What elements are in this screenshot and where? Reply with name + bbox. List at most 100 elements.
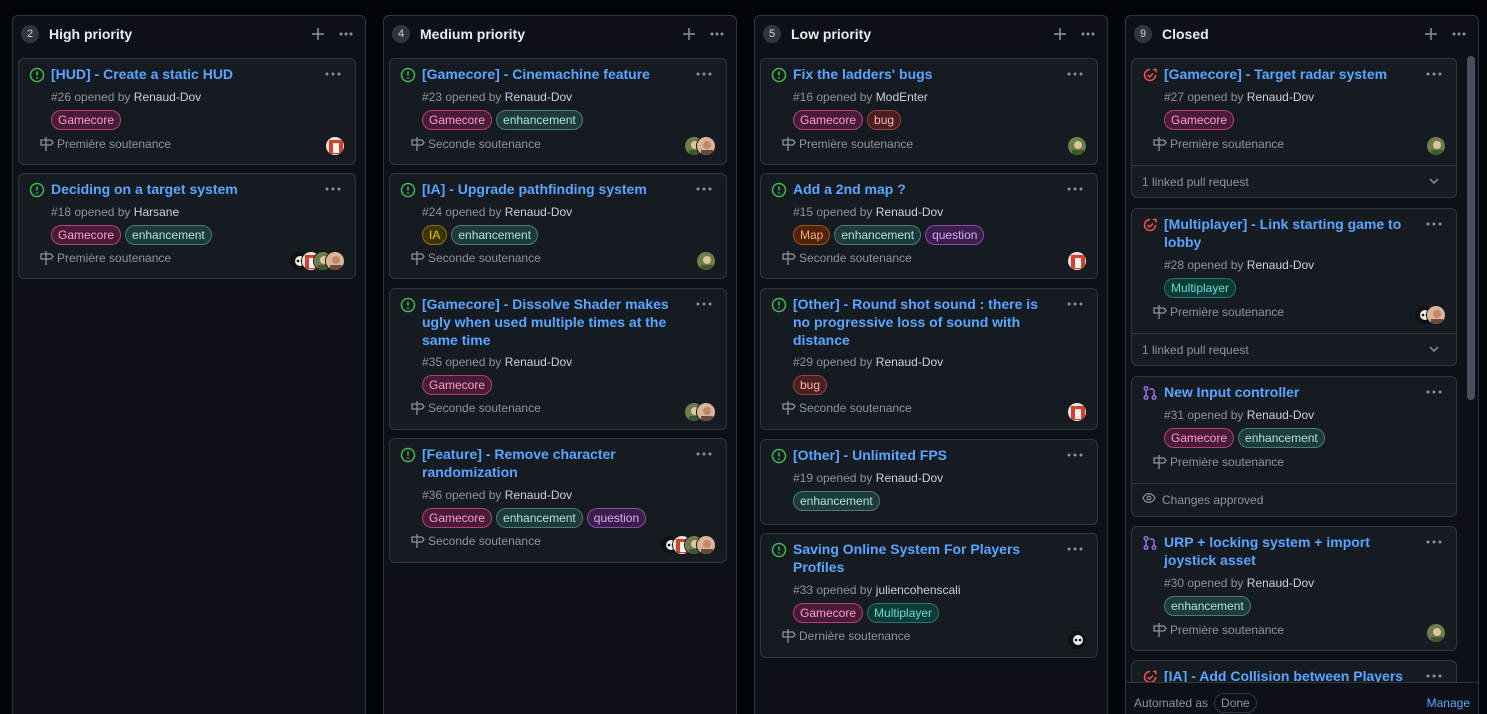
label-enhancement[interactable]: enhancement (1164, 596, 1251, 616)
issue-title[interactable]: [Other] - Round shot sound : there is no… (793, 295, 1048, 349)
issue-author[interactable]: Renaud-Dov (876, 355, 943, 369)
avatar[interactable] (696, 136, 716, 156)
issue-title[interactable]: [IA] - Upgrade pathfinding system (422, 180, 677, 198)
card-menu-icon[interactable] (694, 181, 714, 197)
issue-author[interactable]: Renaud-Dov (1247, 576, 1314, 590)
label-enhancement[interactable]: enhancement (496, 508, 583, 528)
issue-card[interactable]: [Other] - Round shot sound : there is no… (760, 288, 1098, 430)
avatar[interactable] (1067, 251, 1087, 271)
label-enhancement[interactable]: enhancement (451, 225, 539, 245)
avatar[interactable] (325, 136, 345, 156)
issue-card[interactable]: [HUD] - Create a static HUD #26 opened b… (18, 58, 356, 165)
manage-automation-link[interactable]: Manage (1427, 696, 1470, 710)
milestone-name[interactable]: Seconde soutenance (428, 250, 541, 266)
chevron-down-icon[interactable] (1428, 175, 1440, 190)
label-map[interactable]: Map (793, 225, 831, 245)
issue-title[interactable]: [Gamecore] - Cinemachine feature (422, 65, 677, 83)
column-menu-icon[interactable] (1448, 23, 1470, 45)
label-enhancement[interactable]: enhancement (496, 110, 583, 130)
milestone-name[interactable]: Seconde soutenance (799, 400, 912, 416)
label-gamecore[interactable]: Gamecore (1164, 428, 1235, 448)
issue-author[interactable]: Renaud-Dov (505, 355, 572, 369)
issue-title[interactable]: [HUD] - Create a static HUD (51, 65, 306, 83)
card-menu-icon[interactable] (694, 446, 714, 462)
issue-author[interactable]: Renaud-Dov (1247, 258, 1314, 272)
issue-card[interactable]: [Feature] - Remove character randomizati… (389, 438, 727, 563)
label-multiplayer[interactable]: Multiplayer (1164, 278, 1237, 298)
label-bug[interactable]: bug (867, 110, 902, 130)
avatar[interactable] (1426, 136, 1446, 156)
add-card-icon[interactable] (1049, 23, 1071, 45)
issue-title[interactable]: [Gamecore] - Dissolve Shader makes ugly … (422, 295, 677, 349)
avatar[interactable] (696, 535, 716, 555)
linked-pull-request-row[interactable]: 1 linked pull request (1132, 165, 1456, 197)
avatar[interactable] (1067, 402, 1087, 422)
issue-author[interactable]: Renaud-Dov (505, 488, 572, 502)
issue-title[interactable]: [Feature] - Remove character randomizati… (422, 445, 677, 481)
milestone-name[interactable]: Dernière soutenance (799, 628, 910, 644)
issue-author[interactable]: Harsane (134, 205, 179, 219)
issue-title[interactable]: Saving Online System For Players Profile… (793, 540, 1048, 576)
issue-author[interactable]: Renaud-Dov (1247, 408, 1314, 422)
avatar[interactable] (1067, 630, 1087, 650)
linked-pull-request-row[interactable]: 1 linked pull request (1132, 333, 1456, 365)
milestone-name[interactable]: Première soutenance (1170, 622, 1284, 638)
card-menu-icon[interactable] (1065, 447, 1085, 463)
label-ia[interactable]: IA (422, 225, 448, 245)
add-card-icon[interactable] (307, 23, 329, 45)
column-scrollbar[interactable] (1467, 56, 1475, 400)
label-gamecore[interactable]: Gamecore (422, 110, 493, 130)
pull-request-card[interactable]: URP + locking system + import joystick a… (1131, 526, 1457, 651)
label-bug[interactable]: bug (793, 375, 828, 395)
label-question[interactable]: question (586, 508, 647, 528)
milestone-name[interactable]: Première soutenance (1170, 454, 1284, 470)
card-menu-icon[interactable] (1424, 66, 1444, 82)
add-card-icon[interactable] (678, 23, 700, 45)
label-enhancement[interactable]: enhancement (834, 225, 922, 245)
card-menu-icon[interactable] (694, 296, 714, 312)
label-question[interactable]: question (925, 225, 985, 245)
milestone-name[interactable]: Seconde soutenance (428, 533, 541, 549)
column-menu-icon[interactable] (706, 23, 728, 45)
issue-author[interactable]: Renaud-Dov (134, 90, 201, 104)
milestone-name[interactable]: Première soutenance (57, 136, 171, 152)
add-card-icon[interactable] (1420, 23, 1442, 45)
label-enhancement[interactable]: enhancement (793, 491, 880, 511)
card-menu-icon[interactable] (1424, 384, 1444, 400)
avatar[interactable] (696, 402, 716, 422)
label-gamecore[interactable]: Gamecore (793, 603, 864, 623)
issue-card[interactable]: Add a 2nd map ? #15 opened by Renaud-Dov… (760, 173, 1098, 279)
label-gamecore[interactable]: Gamecore (422, 375, 493, 395)
card-menu-icon[interactable] (1065, 66, 1085, 82)
issue-card[interactable]: [Gamecore] - Target radar system #27 ope… (1131, 58, 1457, 198)
issue-card[interactable]: [IA] - Upgrade pathfinding system #24 op… (389, 173, 727, 279)
milestone-name[interactable]: Première soutenance (57, 250, 171, 266)
label-enhancement[interactable]: enhancement (1238, 428, 1325, 448)
chevron-down-icon[interactable] (1428, 343, 1440, 358)
label-gamecore[interactable]: Gamecore (51, 110, 122, 130)
card-menu-icon[interactable] (694, 66, 714, 82)
card-menu-icon[interactable] (1065, 181, 1085, 197)
avatar[interactable] (1067, 136, 1087, 156)
column-menu-icon[interactable] (335, 23, 357, 45)
issue-author[interactable]: Renaud-Dov (1247, 90, 1314, 104)
issue-card[interactable]: [Other] - Unlimited FPS #19 opened by Re… (760, 439, 1098, 525)
issue-author[interactable]: ModEnter (876, 90, 928, 104)
avatar[interactable] (1426, 305, 1446, 325)
issue-author[interactable]: Renaud-Dov (505, 205, 572, 219)
column-menu-icon[interactable] (1077, 23, 1099, 45)
label-gamecore[interactable]: Gamecore (1164, 110, 1235, 130)
milestone-name[interactable]: Seconde soutenance (428, 136, 541, 152)
milestone-name[interactable]: Première soutenance (1170, 136, 1284, 152)
pull-request-title[interactable]: New Input controller (1164, 383, 1419, 401)
card-menu-icon[interactable] (323, 181, 343, 197)
card-menu-icon[interactable] (1065, 296, 1085, 312)
milestone-name[interactable]: Première soutenance (799, 136, 913, 152)
issue-title[interactable]: Deciding on a target system (51, 180, 306, 198)
avatar[interactable] (1426, 623, 1446, 643)
issue-title[interactable]: Fix the ladders' bugs (793, 65, 1048, 83)
pull-request-card[interactable]: New Input controller #31 opened by Renau… (1131, 376, 1457, 517)
label-gamecore[interactable]: Gamecore (51, 225, 122, 245)
label-multiplayer[interactable]: Multiplayer (867, 603, 940, 623)
label-gamecore[interactable]: Gamecore (793, 110, 864, 130)
